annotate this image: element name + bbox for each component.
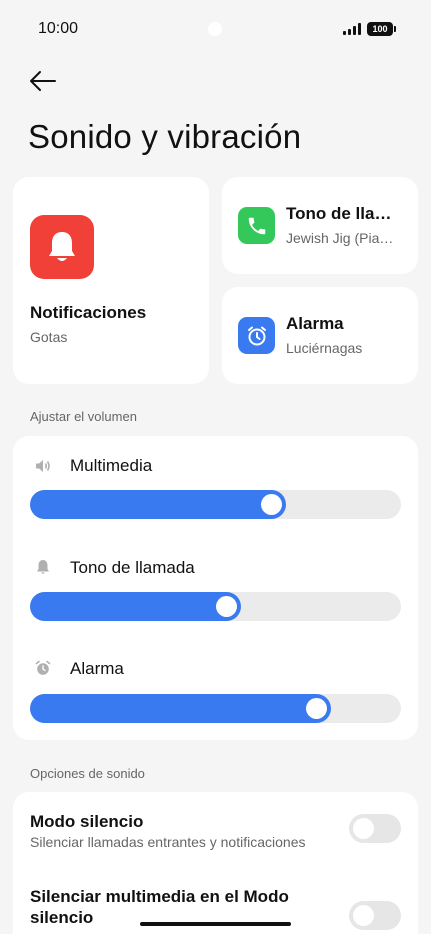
front-camera bbox=[208, 22, 222, 36]
silent-mode-toggle[interactable] bbox=[349, 814, 401, 843]
sound-options-card: Modo silencio Silenciar llamadas entrant… bbox=[13, 792, 418, 934]
silent-mode-subtitle: Silenciar llamadas entrantes y notificac… bbox=[30, 834, 306, 850]
status-bar: 10:00 100 bbox=[0, 0, 431, 56]
silent-mode-title: Modo silencio bbox=[30, 812, 144, 831]
ringtone-volume-slider[interactable] bbox=[30, 592, 401, 621]
volume-label-alarm: Alarma bbox=[70, 659, 124, 678]
phone-icon bbox=[238, 207, 275, 244]
home-indicator[interactable] bbox=[140, 922, 291, 926]
status-time: 10:00 bbox=[38, 20, 79, 37]
status-icons: 100 bbox=[343, 22, 396, 36]
slider-thumb[interactable] bbox=[306, 698, 327, 719]
notifications-title: Notificaciones bbox=[30, 303, 147, 322]
mute-media-silent-toggle[interactable] bbox=[349, 901, 401, 930]
slider-fill bbox=[30, 694, 331, 723]
slider-thumb[interactable] bbox=[261, 494, 282, 515]
notifications-card[interactable]: Notificaciones Gotas bbox=[13, 177, 209, 384]
slider-thumb[interactable] bbox=[216, 596, 237, 617]
speaker-icon bbox=[36, 460, 50, 472]
volume-label-ringtone: Tono de llamada bbox=[70, 558, 195, 577]
ringtone-title: Tono de lla… bbox=[286, 204, 392, 223]
battery-icon: 100 bbox=[367, 22, 396, 36]
slider-fill bbox=[30, 592, 241, 621]
alarm-card[interactable]: Alarma Luciérnagas bbox=[222, 287, 418, 384]
volume-card: Multimedia Tono de llamada Alarma bbox=[13, 436, 418, 740]
ringtone-subtitle: Jewish Jig (Pia… bbox=[286, 230, 394, 246]
ringtone-card[interactable]: Tono de lla… Jewish Jig (Pia… bbox=[222, 177, 418, 274]
signal-icon bbox=[343, 23, 361, 35]
back-button[interactable] bbox=[28, 68, 58, 94]
toggle-knob bbox=[353, 905, 374, 926]
multimedia-volume-slider[interactable] bbox=[30, 490, 401, 519]
alarm-volume-slider[interactable] bbox=[30, 694, 401, 723]
bell-icon bbox=[30, 215, 94, 279]
bell-icon bbox=[37, 560, 49, 574]
alarm-clock-icon bbox=[238, 317, 275, 354]
back-arrow-icon bbox=[30, 71, 56, 91]
battery-level: 100 bbox=[372, 24, 388, 34]
volume-label-multimedia: Multimedia bbox=[70, 456, 153, 475]
sound-options-section-label: Opciones de sonido bbox=[30, 766, 145, 781]
toggle-knob bbox=[353, 818, 374, 839]
alarm-title: Alarma bbox=[286, 314, 344, 333]
page-title: Sonido y vibración bbox=[28, 118, 302, 155]
alarm-subtitle: Luciérnagas bbox=[286, 340, 363, 356]
alarm-clock-icon bbox=[35, 660, 51, 675]
phone-screen: 10:00 100 Sonido y vibración Notificacio… bbox=[0, 0, 431, 934]
slider-fill bbox=[30, 490, 286, 519]
notifications-subtitle: Gotas bbox=[30, 329, 68, 345]
volume-section-label: Ajustar el volumen bbox=[30, 409, 137, 424]
